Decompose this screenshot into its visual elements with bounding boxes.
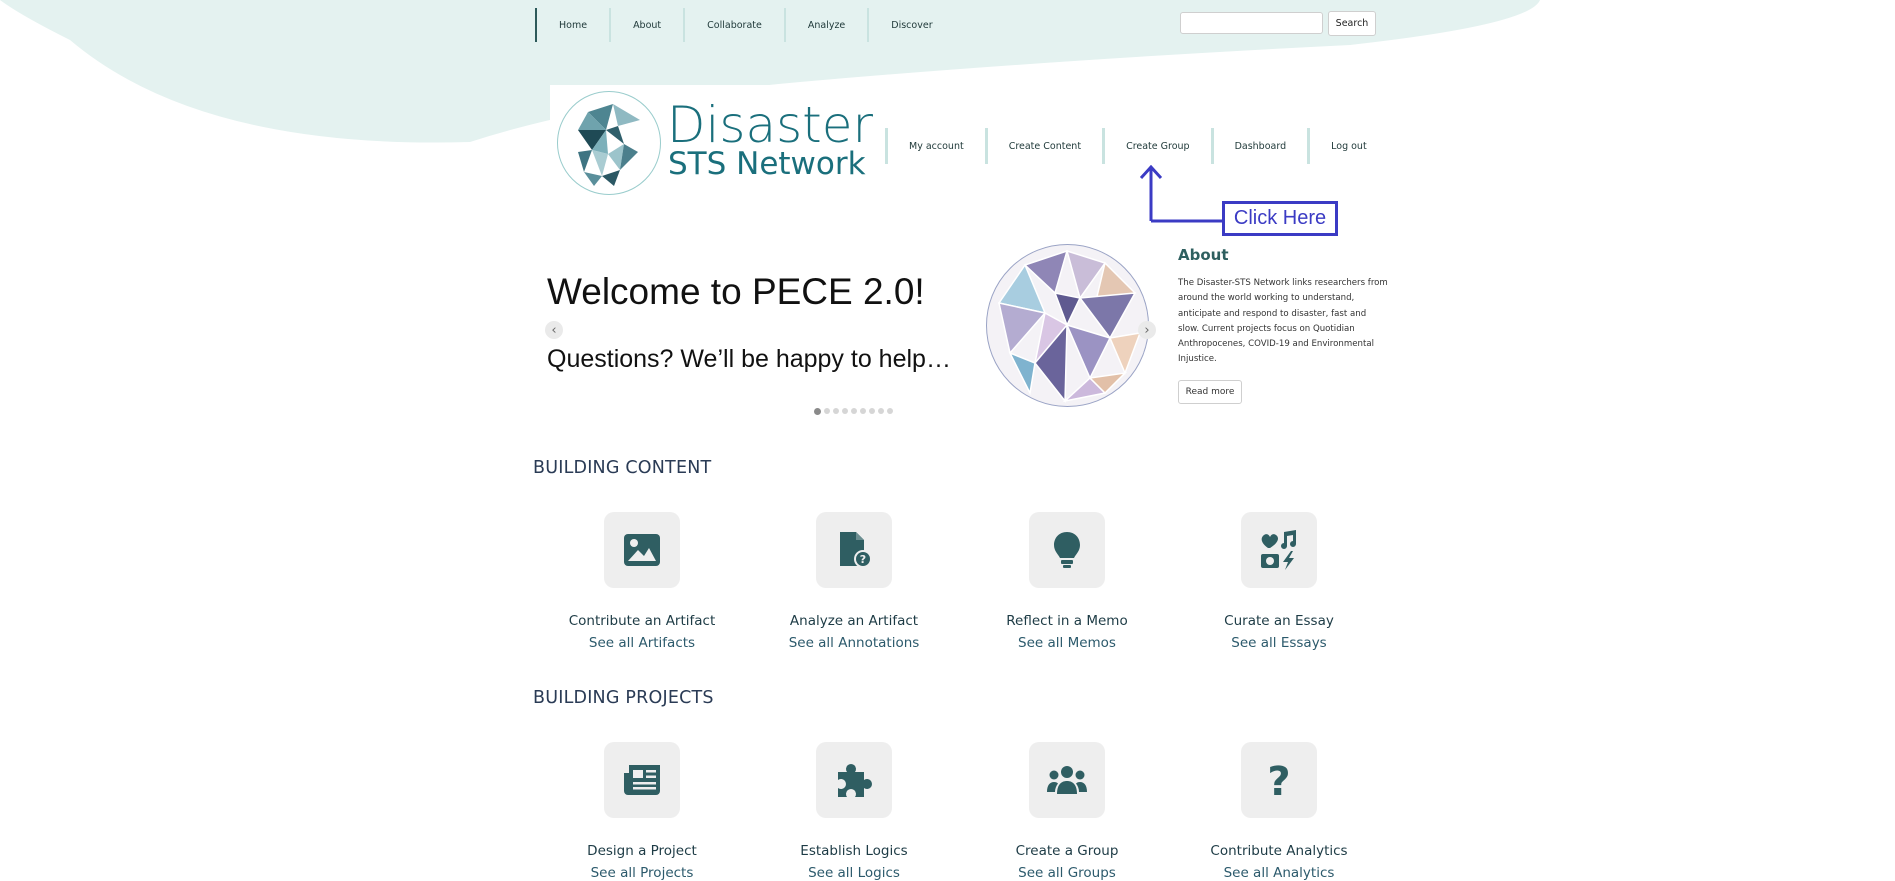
card-title[interactable]: Establish Logics bbox=[800, 843, 907, 859]
slide-pager bbox=[814, 408, 893, 415]
slide-geometric-artwork bbox=[985, 243, 1150, 408]
card-link[interactable]: See all Essays bbox=[1231, 635, 1326, 651]
card-title[interactable]: Reflect in a Memo bbox=[1006, 613, 1127, 629]
site-logo[interactable] bbox=[557, 91, 661, 195]
card-title[interactable]: Design a Project bbox=[587, 843, 697, 859]
slide-prev-button[interactable]: ‹ bbox=[545, 321, 563, 339]
card-link[interactable]: See all Annotations bbox=[789, 635, 920, 651]
click-here-callout: Click Here bbox=[1222, 201, 1338, 236]
slide-pager-dot[interactable] bbox=[860, 408, 866, 414]
search-input[interactable] bbox=[1180, 12, 1323, 34]
about-line: The Disaster-STS Network links researche… bbox=[1178, 278, 1388, 288]
user-nav-my-account[interactable]: My account bbox=[885, 128, 985, 164]
about-line: anticipate and respond to disaster, fast… bbox=[1178, 308, 1367, 319]
user-navigation: My account Create Content Create Group D… bbox=[885, 128, 1388, 164]
building-projects-heading: BUILDING PROJECTS bbox=[533, 688, 714, 708]
card-title[interactable]: Contribute an Artifact bbox=[569, 613, 716, 629]
users-icon bbox=[1047, 766, 1087, 794]
top-nav-analyze[interactable]: Analyze bbox=[783, 8, 867, 42]
slide-heading: Welcome to PECE 2.0! bbox=[547, 271, 925, 312]
slide-subheading: Questions? We’ll be happy to help… bbox=[547, 345, 951, 373]
top-nav-home[interactable]: Home bbox=[535, 8, 609, 42]
top-navigation: Home About Collaborate Analyze Discover bbox=[535, 8, 955, 42]
about-heading: About bbox=[1178, 246, 1229, 264]
slide-pager-dot[interactable] bbox=[869, 408, 875, 414]
top-nav-collaborate[interactable]: Collaborate bbox=[683, 8, 784, 42]
slide-pager-dot[interactable] bbox=[833, 408, 839, 414]
reflect-memo-tile[interactable] bbox=[1029, 512, 1105, 588]
design-project-tile[interactable] bbox=[604, 742, 680, 818]
lightbulb-icon bbox=[1054, 532, 1080, 568]
card-create-group: Create a Group See all Groups bbox=[952, 742, 1182, 881]
card-contribute-artifact: Contribute an Artifact See all Artifacts bbox=[527, 512, 757, 651]
user-nav-log-out[interactable]: Log out bbox=[1307, 128, 1388, 164]
about-line: Anthropocenes, COVID-19 and Environmenta… bbox=[1178, 339, 1374, 350]
read-more-button[interactable]: Read more bbox=[1178, 380, 1242, 404]
card-curate-essay: Curate an Essay See all Essays bbox=[1164, 512, 1394, 651]
building-content-heading: BUILDING CONTENT bbox=[533, 458, 712, 478]
svg-text:?: ? bbox=[860, 553, 866, 566]
slide-pager-dot[interactable] bbox=[851, 408, 857, 414]
media-collage-icon bbox=[1261, 530, 1296, 570]
question-mark-icon: ? bbox=[1267, 759, 1290, 801]
file-question-icon: ? bbox=[840, 532, 872, 568]
site-subtitle: STS Network bbox=[668, 146, 866, 182]
create-group-tile[interactable] bbox=[1029, 742, 1105, 818]
newspaper-icon bbox=[624, 765, 660, 795]
contribute-analytics-tile[interactable]: ? bbox=[1241, 742, 1317, 818]
svg-text:?: ? bbox=[1267, 759, 1290, 801]
geometric-logo-icon bbox=[578, 104, 640, 186]
card-link[interactable]: See all Analytics bbox=[1224, 865, 1335, 881]
card-title[interactable]: Contribute Analytics bbox=[1210, 843, 1347, 859]
card-link[interactable]: See all Artifacts bbox=[589, 635, 695, 651]
slide-pager-dot[interactable] bbox=[842, 408, 848, 414]
card-link[interactable]: See all Groups bbox=[1018, 865, 1116, 881]
geometric-artwork-icon bbox=[986, 244, 1149, 407]
card-link[interactable]: See all Projects bbox=[591, 865, 694, 881]
puzzle-piece-icon bbox=[838, 764, 872, 797]
card-link[interactable]: See all Memos bbox=[1018, 635, 1116, 651]
card-title[interactable]: Create a Group bbox=[1016, 843, 1119, 859]
user-nav-create-group[interactable]: Create Group bbox=[1102, 128, 1211, 164]
analyze-artifact-tile[interactable]: ? bbox=[816, 512, 892, 588]
card-establish-logics: Establish Logics See all Logics bbox=[739, 742, 969, 881]
site-title: Disaster bbox=[667, 96, 874, 154]
about-line: slow. Current projects focus on Quotidia… bbox=[1178, 323, 1355, 334]
user-nav-dashboard[interactable]: Dashboard bbox=[1210, 128, 1308, 164]
slide-pager-dot[interactable] bbox=[824, 408, 830, 414]
curate-essay-tile[interactable] bbox=[1241, 512, 1317, 588]
establish-logics-tile[interactable] bbox=[816, 742, 892, 818]
card-contribute-analytics: ? Contribute Analytics See all Analytics bbox=[1164, 742, 1394, 881]
chevron-right-icon: › bbox=[1144, 322, 1150, 338]
search-button[interactable]: Search bbox=[1328, 11, 1376, 36]
slide-pager-dot[interactable] bbox=[887, 408, 893, 414]
image-icon bbox=[624, 534, 660, 566]
about-description: The Disaster-STS Network links researche… bbox=[1178, 276, 1388, 368]
card-title[interactable]: Curate an Essay bbox=[1224, 613, 1334, 629]
card-title[interactable]: Analyze an Artifact bbox=[790, 613, 918, 629]
slide-next-button[interactable]: › bbox=[1138, 321, 1156, 339]
card-design-project: Design a Project See all Projects bbox=[527, 742, 757, 881]
top-nav-about[interactable]: About bbox=[609, 8, 683, 42]
card-reflect-memo: Reflect in a Memo See all Memos bbox=[952, 512, 1182, 651]
card-analyze-artifact: ? Analyze an Artifact See all Annotation… bbox=[739, 512, 969, 651]
about-line: around the world working to understand, bbox=[1178, 293, 1355, 304]
top-nav-discover[interactable]: Discover bbox=[867, 8, 954, 42]
card-link[interactable]: See all Logics bbox=[808, 865, 900, 881]
user-nav-create-content[interactable]: Create Content bbox=[984, 128, 1102, 164]
slide-pager-dot[interactable] bbox=[814, 408, 821, 415]
about-line: Injustice. bbox=[1178, 354, 1217, 365]
slide-pager-dot[interactable] bbox=[878, 408, 884, 414]
contribute-artifact-tile[interactable] bbox=[604, 512, 680, 588]
chevron-left-icon: ‹ bbox=[551, 322, 557, 338]
